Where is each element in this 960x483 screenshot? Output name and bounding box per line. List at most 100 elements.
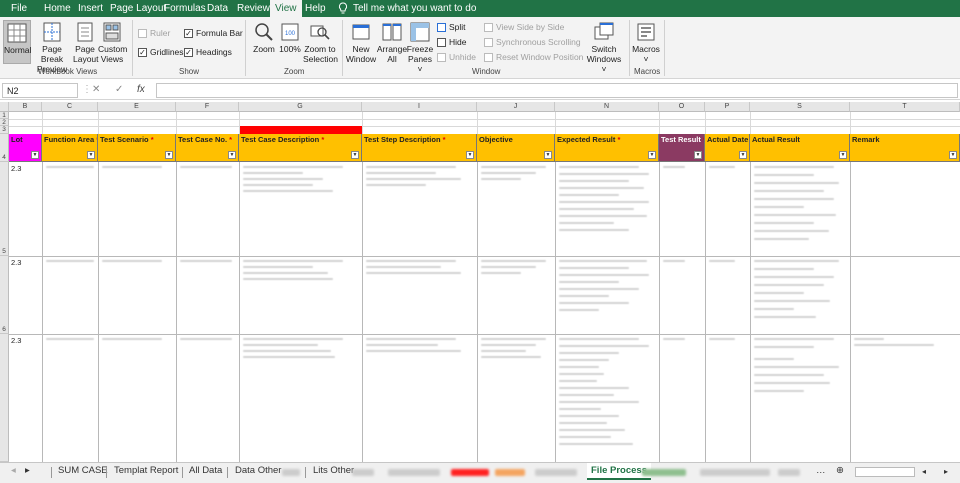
menu-data[interactable]: Data — [207, 3, 228, 14]
normal-view-button[interactable]: Normal — [3, 20, 31, 64]
filter-dropdown-icon[interactable]: ▼ — [466, 151, 474, 159]
zoom-100-button[interactable]: 100 100% — [279, 22, 301, 54]
reset-window-position-button[interactable]: Reset Window Position — [484, 52, 583, 62]
add-sheet-icon[interactable]: ⊕ — [836, 465, 844, 476]
scroll-left-icon[interactable]: ◂ — [922, 467, 926, 476]
sheet-tab-data-other[interactable]: Data Other — [235, 465, 281, 476]
column-header-f[interactable]: F — [176, 102, 239, 112]
ruler-checkbox[interactable]: Ruler — [138, 28, 170, 38]
zoom-to-selection-button[interactable]: Zoom to Selection — [303, 22, 338, 64]
column-header-e[interactable]: E — [98, 102, 176, 112]
header-expected-result[interactable]: Expected Result * ▼ — [555, 134, 659, 162]
menu-formulas[interactable]: Formulas — [164, 3, 206, 14]
sheet-tab-lits-other[interactable]: Lits Other — [313, 465, 354, 476]
row-header-6[interactable]: 6 — [0, 256, 9, 334]
header-test-step-description[interactable]: Test Step Description * ▼ — [362, 134, 477, 162]
menu-insert[interactable]: Insert — [78, 3, 103, 14]
row-header-5[interactable]: 5 — [0, 162, 9, 256]
sync-scroll-label: Synchronous Scrolling — [496, 37, 581, 47]
unhide-button[interactable]: Unhide — [437, 52, 476, 62]
row-header-1[interactable]: 1 — [0, 112, 9, 119]
header-function-area[interactable]: Function Area * ▼ — [42, 134, 98, 162]
header-test-case-description[interactable]: Test Case Description * ▼ — [239, 134, 362, 162]
filter-dropdown-icon[interactable]: ▼ — [544, 151, 552, 159]
formula-bar-checkbox[interactable]: ✓ Formula Bar — [184, 28, 243, 38]
column-header-b[interactable]: B — [9, 102, 42, 112]
filter-dropdown-icon[interactable]: ▼ — [694, 151, 702, 159]
sheet-tab-sum-case[interactable]: SUM CASE — [58, 465, 108, 476]
menu-page-layout[interactable]: Page Layout — [110, 3, 166, 14]
header-test-result[interactable]: Test Result * ▼ — [659, 134, 705, 162]
filter-dropdown-icon[interactable]: ▼ — [87, 151, 95, 159]
column-header-p[interactable]: P — [705, 102, 750, 112]
row-header-2[interactable]: 2 — [0, 119, 9, 126]
red-marker-cell[interactable] — [240, 126, 362, 134]
header-actual-date[interactable]: Actual Date * ▼ — [705, 134, 750, 162]
gridlines-checkbox[interactable]: ✓ Gridlines — [138, 47, 184, 57]
menu-help[interactable]: Help — [305, 3, 326, 14]
row-header-4[interactable]: 4 — [0, 134, 9, 162]
header-actual-result[interactable]: Actual Result ▼ — [750, 134, 850, 162]
name-box[interactable]: N2 — [2, 83, 78, 98]
menu-file[interactable]: File — [11, 3, 27, 14]
column-header-i[interactable]: I — [362, 102, 477, 112]
sheet-tab-all-data[interactable]: All Data — [189, 465, 222, 476]
macros-button[interactable]: Macros ˅ — [632, 22, 660, 64]
page-layout-view-button[interactable]: Page Layout — [73, 22, 99, 64]
enter-icon[interactable]: ✓ — [115, 84, 123, 95]
new-window-button[interactable]: New Window — [345, 22, 377, 64]
scroll-right-icon[interactable]: ▸ — [944, 467, 948, 476]
header-lot[interactable]: Lot ▼ — [9, 134, 42, 162]
filter-dropdown-icon[interactable]: ▼ — [739, 151, 747, 159]
menu-view[interactable]: View — [270, 0, 302, 17]
view-side-by-side-button[interactable]: View Side by Side — [484, 22, 564, 32]
column-header-j[interactable]: J — [477, 102, 555, 112]
header-remark[interactable]: Remark ▼ — [850, 134, 960, 162]
spreadsheet-grid[interactable]: B C E F G I J N O P S T 1 2 3 4 5 6 Lot … — [0, 102, 960, 462]
tell-me-search[interactable]: Tell me what you want to do — [353, 3, 476, 14]
filter-dropdown-icon[interactable]: ▼ — [165, 151, 173, 159]
filter-dropdown-icon[interactable]: ▼ — [31, 151, 39, 159]
filter-dropdown-icon[interactable]: ▼ — [648, 151, 656, 159]
freeze-panes-button[interactable]: Freeze Panes ˅ — [405, 22, 435, 74]
hide-button[interactable]: Hide — [437, 37, 466, 47]
arrange-all-button[interactable]: Arrange All — [376, 22, 408, 64]
row-header-7[interactable] — [0, 334, 9, 462]
column-header-g[interactable]: G — [239, 102, 362, 112]
menu-home[interactable]: Home — [44, 3, 71, 14]
scroll-tabs-right-icon[interactable]: ▸ — [25, 465, 30, 476]
header-objective[interactable]: Objective ▼ — [477, 134, 555, 162]
filter-dropdown-icon[interactable]: ▼ — [228, 151, 236, 159]
zoom-button[interactable]: Zoom — [251, 22, 277, 54]
tabs-more-icon[interactable]: … — [816, 465, 826, 476]
insert-function-icon[interactable]: fx — [137, 84, 145, 95]
lot-cell[interactable]: 2.3 — [11, 336, 21, 345]
scroll-tabs-left-icon[interactable]: ◂ — [11, 465, 16, 476]
custom-views-button[interactable]: Custom Views — [98, 22, 127, 64]
lot-cell[interactable]: 2.3 — [11, 258, 21, 267]
filter-dropdown-icon[interactable]: ▼ — [839, 151, 847, 159]
lot-cell[interactable]: 2.3 — [11, 164, 21, 173]
split-button[interactable]: Split — [437, 22, 466, 32]
switch-windows-button[interactable]: Switch Windows ˅ — [584, 22, 624, 74]
column-header-t[interactable]: T — [850, 102, 960, 112]
filter-dropdown-icon[interactable]: ▼ — [351, 151, 359, 159]
redacted-text — [663, 338, 685, 340]
select-all-corner[interactable] — [0, 102, 9, 112]
redacted-text — [243, 184, 313, 186]
horizontal-scrollbar[interactable] — [855, 467, 915, 477]
column-header-o[interactable]: O — [659, 102, 705, 112]
column-header-c[interactable]: C — [42, 102, 98, 112]
formula-input[interactable] — [156, 83, 958, 98]
filter-dropdown-icon[interactable]: ▼ — [949, 151, 957, 159]
cancel-icon[interactable]: ✕ — [92, 84, 100, 95]
header-test-scenario[interactable]: Test Scenario * ▼ — [98, 134, 176, 162]
sheet-tab-templat-report[interactable]: Templat Report — [114, 465, 178, 476]
menu-review[interactable]: Review — [237, 3, 270, 14]
headings-checkbox[interactable]: ✓ Headings — [184, 47, 232, 57]
synchronous-scrolling-button[interactable]: Synchronous Scrolling — [484, 37, 581, 47]
row-header-3[interactable]: 3 — [0, 126, 9, 134]
column-header-s[interactable]: S — [750, 102, 850, 112]
column-header-n[interactable]: N — [555, 102, 659, 112]
header-test-case-no[interactable]: Test Case No. * ▼ — [176, 134, 239, 162]
